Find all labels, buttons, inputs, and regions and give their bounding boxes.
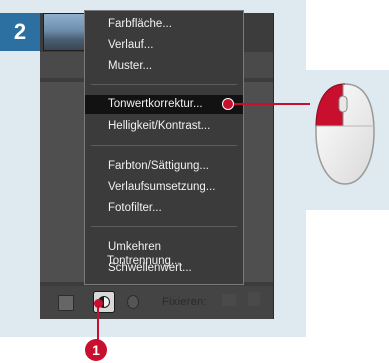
menu-item-helligkeit-kontrast[interactable]: Helligkeit/Kontrast... bbox=[85, 117, 243, 136]
callout-line-menu bbox=[232, 103, 310, 105]
menu-item-muster[interactable]: Muster... bbox=[85, 57, 243, 76]
callout-dot-icon bbox=[94, 299, 103, 308]
menu-item-verlauf[interactable]: Verlauf... bbox=[85, 36, 243, 55]
menu-item-tontrennung[interactable]: Tontrennung... bbox=[84, 252, 242, 271]
fixieren-label: Fixieren: bbox=[162, 296, 207, 308]
layer-mask-icon[interactable] bbox=[58, 295, 74, 311]
lock-icon[interactable] bbox=[222, 294, 236, 306]
menu-separator bbox=[91, 84, 237, 85]
menu-item-tonwertkorrektur[interactable]: Tonwertkorrektur... bbox=[85, 95, 243, 114]
lock-all-icon[interactable] bbox=[248, 292, 260, 306]
step-badge: 2 bbox=[0, 13, 40, 51]
layer-thumbnail[interactable] bbox=[43, 13, 89, 51]
callout-dot-menu bbox=[222, 98, 234, 110]
menu-item-verlaufsumsetzung[interactable]: Verlaufsumsetzung... bbox=[85, 178, 243, 197]
menu-item-farbton-saettigung[interactable]: Farbton/Sättigung... bbox=[85, 157, 243, 176]
layers-bottom-bar bbox=[40, 286, 273, 319]
mouse-left-click-icon bbox=[315, 83, 375, 185]
callout-line-icon bbox=[97, 305, 99, 341]
menu-item-tontrennung-clip bbox=[85, 279, 243, 285]
new-group-icon[interactable] bbox=[127, 295, 139, 309]
menu-item-fotofilter[interactable]: Fotofilter... bbox=[85, 199, 243, 218]
adjustment-menu: Farbfläche... Verlauf... Muster... Tonwe… bbox=[84, 10, 244, 285]
menu-separator bbox=[91, 145, 237, 146]
callout-number-badge: 1 bbox=[85, 339, 107, 361]
menu-separator bbox=[91, 226, 237, 227]
menu-item-farbflaeche[interactable]: Farbfläche... bbox=[85, 15, 243, 34]
